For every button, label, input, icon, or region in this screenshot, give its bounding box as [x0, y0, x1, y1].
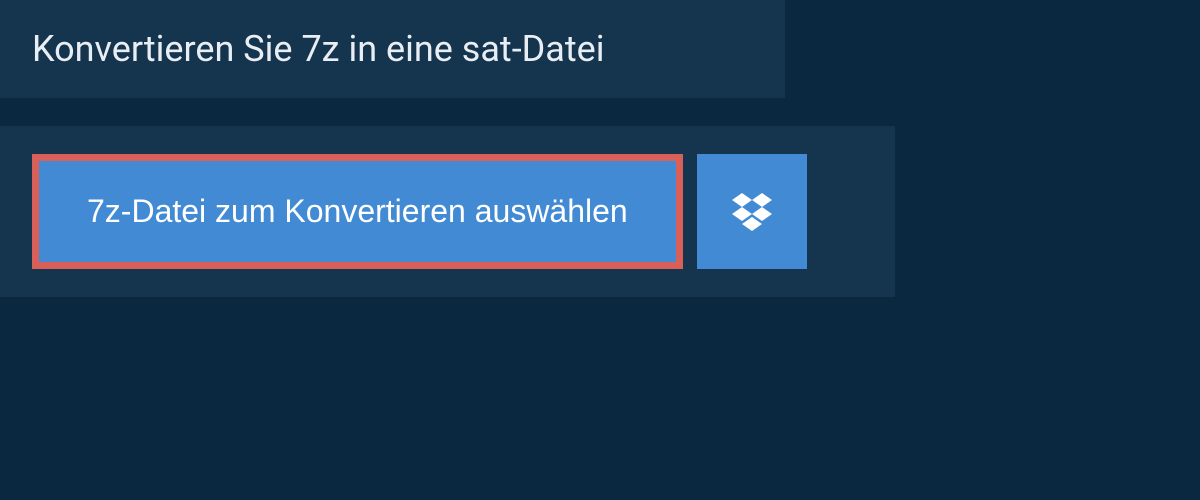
- dropbox-button[interactable]: [697, 154, 807, 269]
- dropbox-icon: [732, 193, 772, 231]
- page-title: Konvertieren Sie 7z in eine sat-Datei: [32, 28, 753, 70]
- select-file-button[interactable]: 7z-Datei zum Konvertieren auswählen: [39, 161, 676, 262]
- select-file-highlight: 7z-Datei zum Konvertieren auswählen: [32, 154, 683, 269]
- select-file-label: 7z-Datei zum Konvertieren auswählen: [87, 193, 628, 230]
- upload-panel: 7z-Datei zum Konvertieren auswählen: [0, 126, 895, 297]
- header-bar: Konvertieren Sie 7z in eine sat-Datei: [0, 0, 785, 98]
